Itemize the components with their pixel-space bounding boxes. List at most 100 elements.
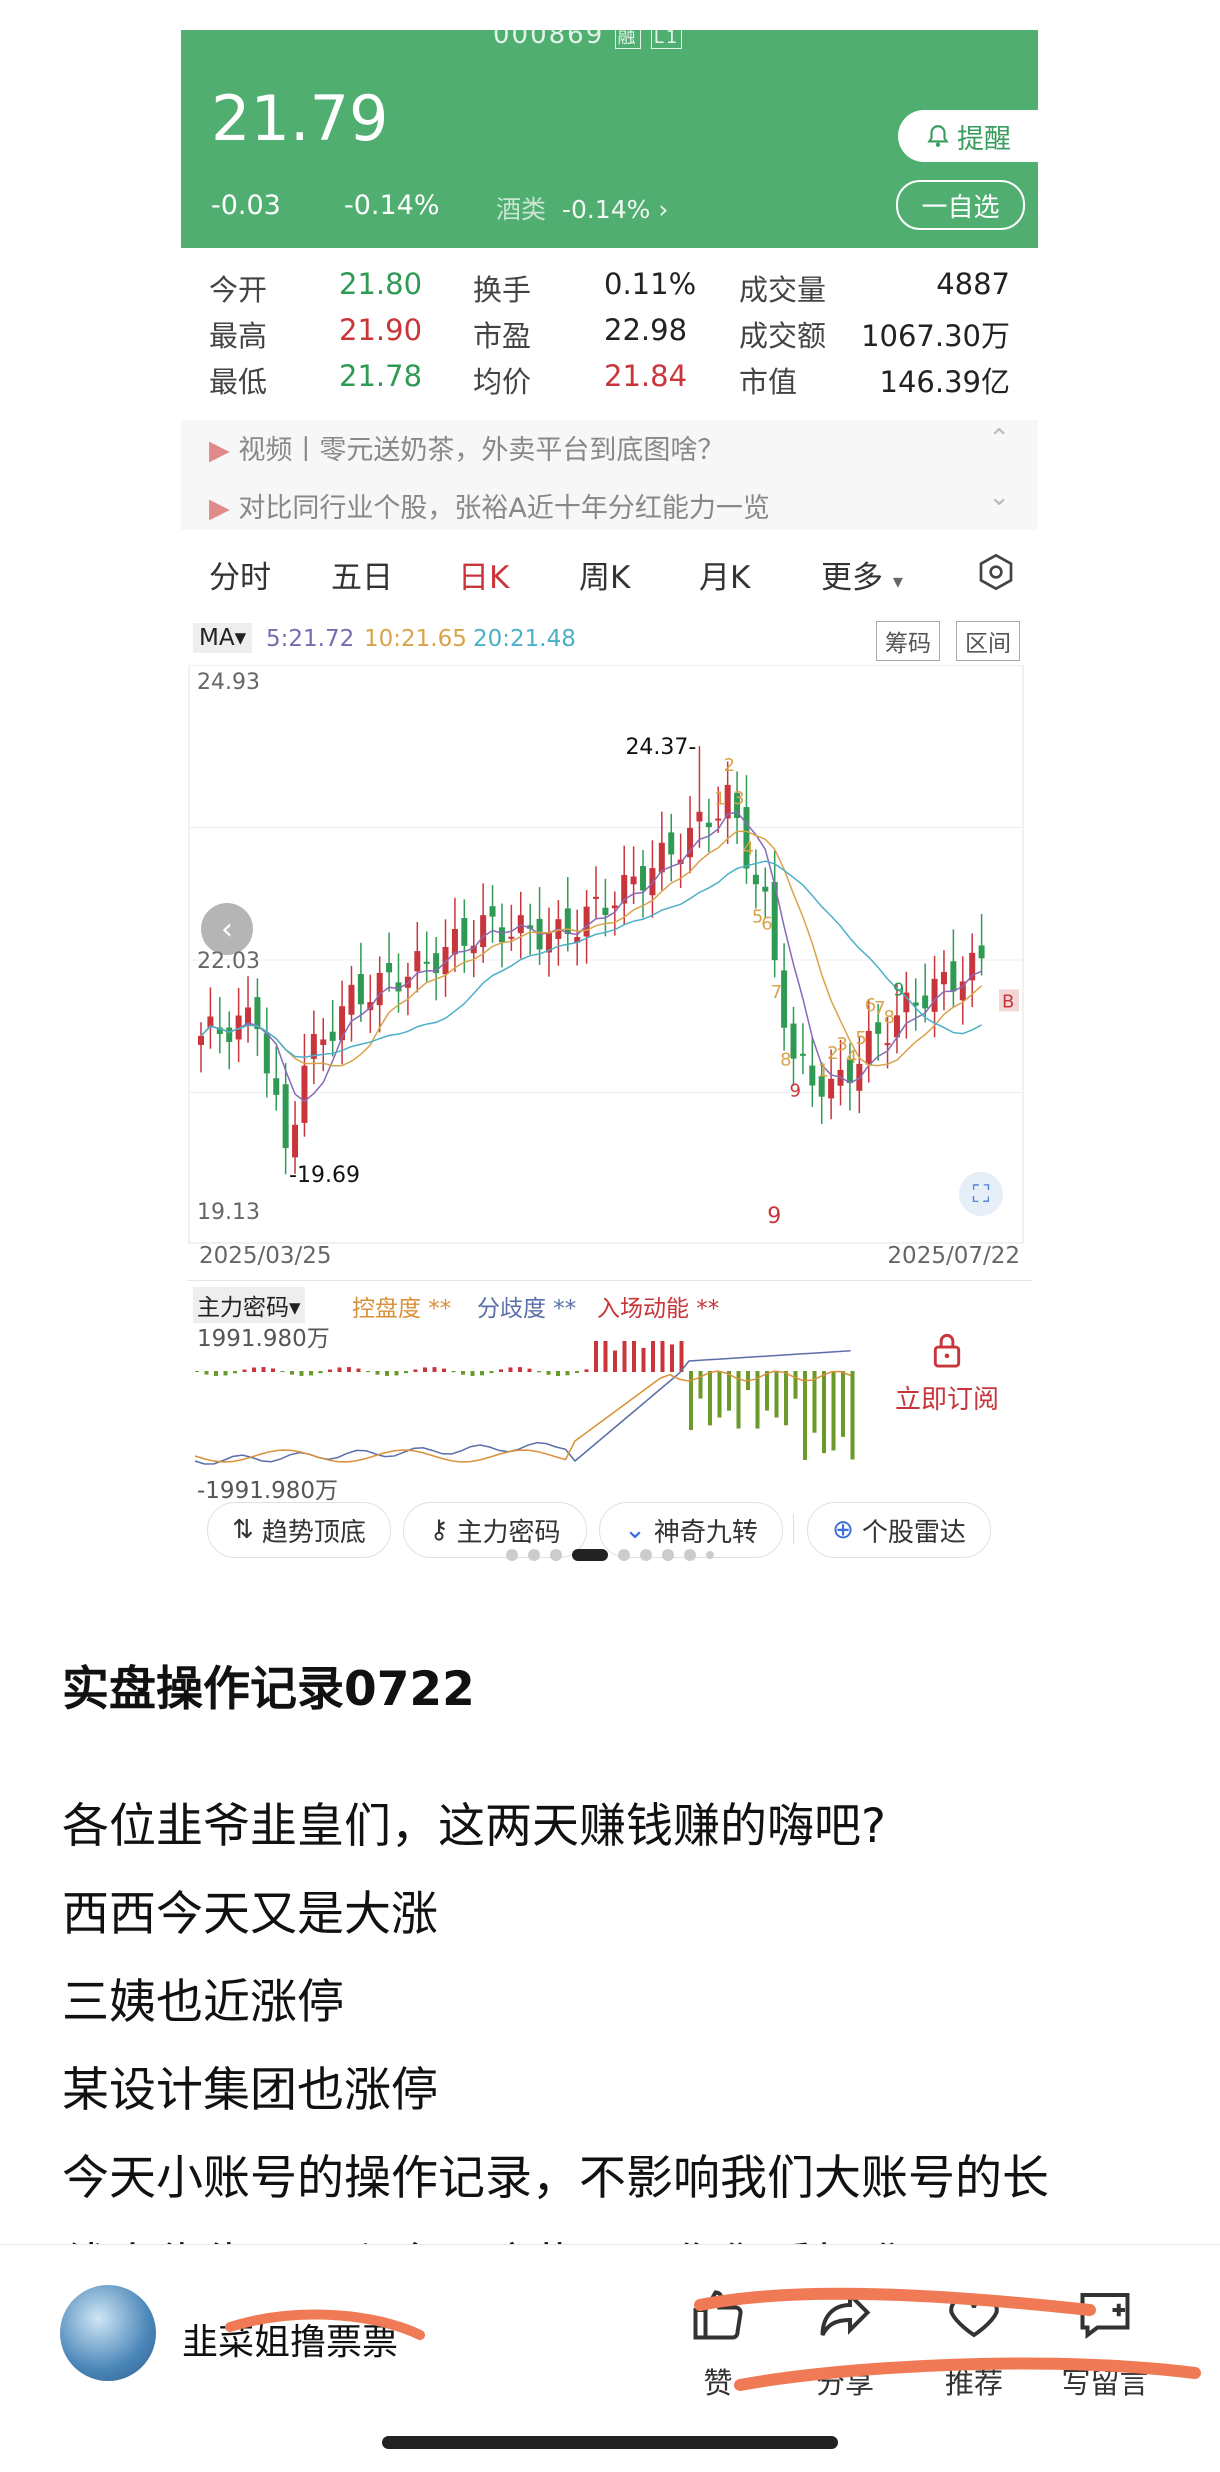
carousel-dots (0, 1545, 1220, 1565)
kline-chart-area: MA▾ 5:21.72 10:21.65 20:21.48 筹码 区间 24.9… (181, 615, 1038, 1515)
indicator-bar (727, 1371, 731, 1411)
sector-link[interactable]: 酒类 -0.14% › (496, 190, 668, 226)
expand-icon: ⛶ (972, 1180, 990, 1208)
divergence-line (194, 1350, 851, 1465)
indicator-bar (394, 1371, 399, 1376)
carousel-dot[interactable] (618, 1549, 630, 1561)
nine-turn-label: 9 (790, 1081, 801, 1102)
stat-label-avg: 均价 (473, 365, 532, 399)
bell-icon (927, 125, 949, 147)
chart-prev-button[interactable]: ‹ (201, 903, 253, 955)
indicator-bar (708, 1371, 712, 1426)
stat-label-high: 最高 (209, 319, 268, 353)
tab-daily-k[interactable]: 日K (458, 552, 509, 597)
candle-body (348, 984, 355, 1015)
subscribe-button[interactable]: 立即订阅 (877, 1331, 1017, 1441)
carousel-dot[interactable] (550, 1549, 562, 1561)
price-change-pct: -0.14% (344, 190, 440, 221)
remind-button[interactable]: 提醒 (898, 110, 1038, 162)
indicator-bar (841, 1371, 845, 1437)
ma-selector[interactable]: MA▾ (193, 623, 253, 653)
nine-turn-label: 8 (780, 1050, 791, 1071)
low-price-marker: -19.69 (289, 1163, 360, 1188)
carousel-dot[interactable] (640, 1549, 652, 1561)
nine-turn-label: 8 (884, 1007, 895, 1028)
indicator-bar (518, 1367, 522, 1372)
fullscreen-button[interactable]: ⛶ (959, 1172, 1003, 1216)
stat-label-volume: 成交量 (739, 273, 827, 307)
chevron-down-icon[interactable]: ⌄ (988, 482, 1010, 512)
indicator-bar (223, 1371, 228, 1376)
indicator-bar (413, 1369, 418, 1372)
tab-five-day[interactable]: 五日 (331, 552, 393, 597)
stat-value-mktcap: 146.39亿 (879, 365, 1010, 399)
tab-more[interactable]: 更多 ▾ (821, 552, 903, 597)
x-label-end: 2025/07/22 (887, 1243, 1020, 1269)
candle-body (376, 972, 383, 1006)
indicator-bar (698, 1371, 703, 1399)
carousel-dot[interactable] (506, 1549, 518, 1561)
carousel-dot[interactable] (528, 1549, 540, 1561)
news-item[interactable]: ▶ 对比同行业个股，张裕A近十年分红能力一览 (209, 486, 770, 525)
candle-body (414, 951, 421, 972)
news-item[interactable]: ▶ 视频丨零元送奶茶，外卖平台到底图啥？ (209, 428, 724, 467)
indicator-bar (803, 1371, 807, 1460)
candle-body (752, 874, 759, 885)
chip-button[interactable]: 筹码 (876, 621, 940, 661)
candle-body (226, 1027, 233, 1042)
carousel-dot[interactable] (662, 1549, 674, 1561)
indicator-bar (280, 1371, 285, 1373)
indicator-bar (641, 1347, 646, 1372)
candle-body (498, 927, 505, 943)
indicator-bar (480, 1371, 484, 1376)
indicator-bar (451, 1371, 456, 1373)
settings-icon[interactable] (976, 552, 1016, 592)
tab-intraday[interactable]: 分时 (209, 552, 271, 597)
tab-more-label: 更多 (821, 560, 883, 596)
carousel-dot-active[interactable] (572, 1549, 608, 1561)
kline-chart[interactable]: 24.9322.0319.1324.37--19.691234567891234… (187, 665, 1027, 1245)
play-circle-icon: ▶ (209, 435, 230, 466)
stat-label-low: 最低 (209, 365, 268, 399)
candle-body (273, 1078, 280, 1095)
lock-icon (933, 1333, 961, 1368)
indicator-selector[interactable]: 主力密码▾ (193, 1287, 305, 1323)
indicator-bar (432, 1367, 437, 1372)
indicator-bar (679, 1341, 684, 1372)
price-change: -0.03 (211, 190, 281, 221)
stock-card: 000869 融 L1 21.79 -0.03 -0.14% 酒类 -0.14%… (181, 20, 1038, 1565)
nine-turn-label: 3 (733, 788, 744, 809)
tab-weekly-k[interactable]: 周K (579, 552, 630, 597)
buy-mark: B (1002, 991, 1014, 1012)
indicator-bar (850, 1371, 855, 1460)
candle-body (630, 876, 637, 885)
tab-monthly-k[interactable]: 月K (699, 552, 750, 597)
carousel-dot[interactable] (706, 1551, 714, 1559)
candle-body (282, 1084, 289, 1149)
candle-body (301, 1065, 308, 1123)
range-button[interactable]: 区间 (956, 621, 1020, 661)
ma10-value: 10:21.65 (364, 626, 467, 652)
candle-body (611, 905, 618, 909)
carousel-dot[interactable] (684, 1549, 696, 1561)
chevron-up-icon[interactable]: ⌃ (988, 424, 1010, 454)
home-indicator (382, 2436, 838, 2449)
ma20-value: 20:21.48 (473, 626, 576, 652)
indicator-bar (527, 1368, 532, 1372)
stat-value-amount: 1067.30万 (861, 319, 1010, 353)
control-line (194, 1370, 851, 1463)
chevron-right-icon: › (658, 195, 669, 224)
indicator-bar (774, 1371, 779, 1418)
indicator-bar (822, 1371, 826, 1454)
candle-body (922, 995, 929, 1009)
candle-body (602, 907, 609, 915)
add-watchlist-button[interactable]: 一自选 (896, 180, 1025, 230)
indicator-bar (271, 1368, 275, 1372)
indicator-bar (660, 1341, 665, 1372)
candle-body (508, 936, 515, 939)
candle-body (809, 1065, 816, 1086)
article-title: 实盘操作记录0722 (62, 1662, 475, 1717)
indicator-bar (670, 1344, 674, 1372)
indicator-bar (233, 1371, 237, 1374)
indicator-bar (461, 1371, 465, 1375)
